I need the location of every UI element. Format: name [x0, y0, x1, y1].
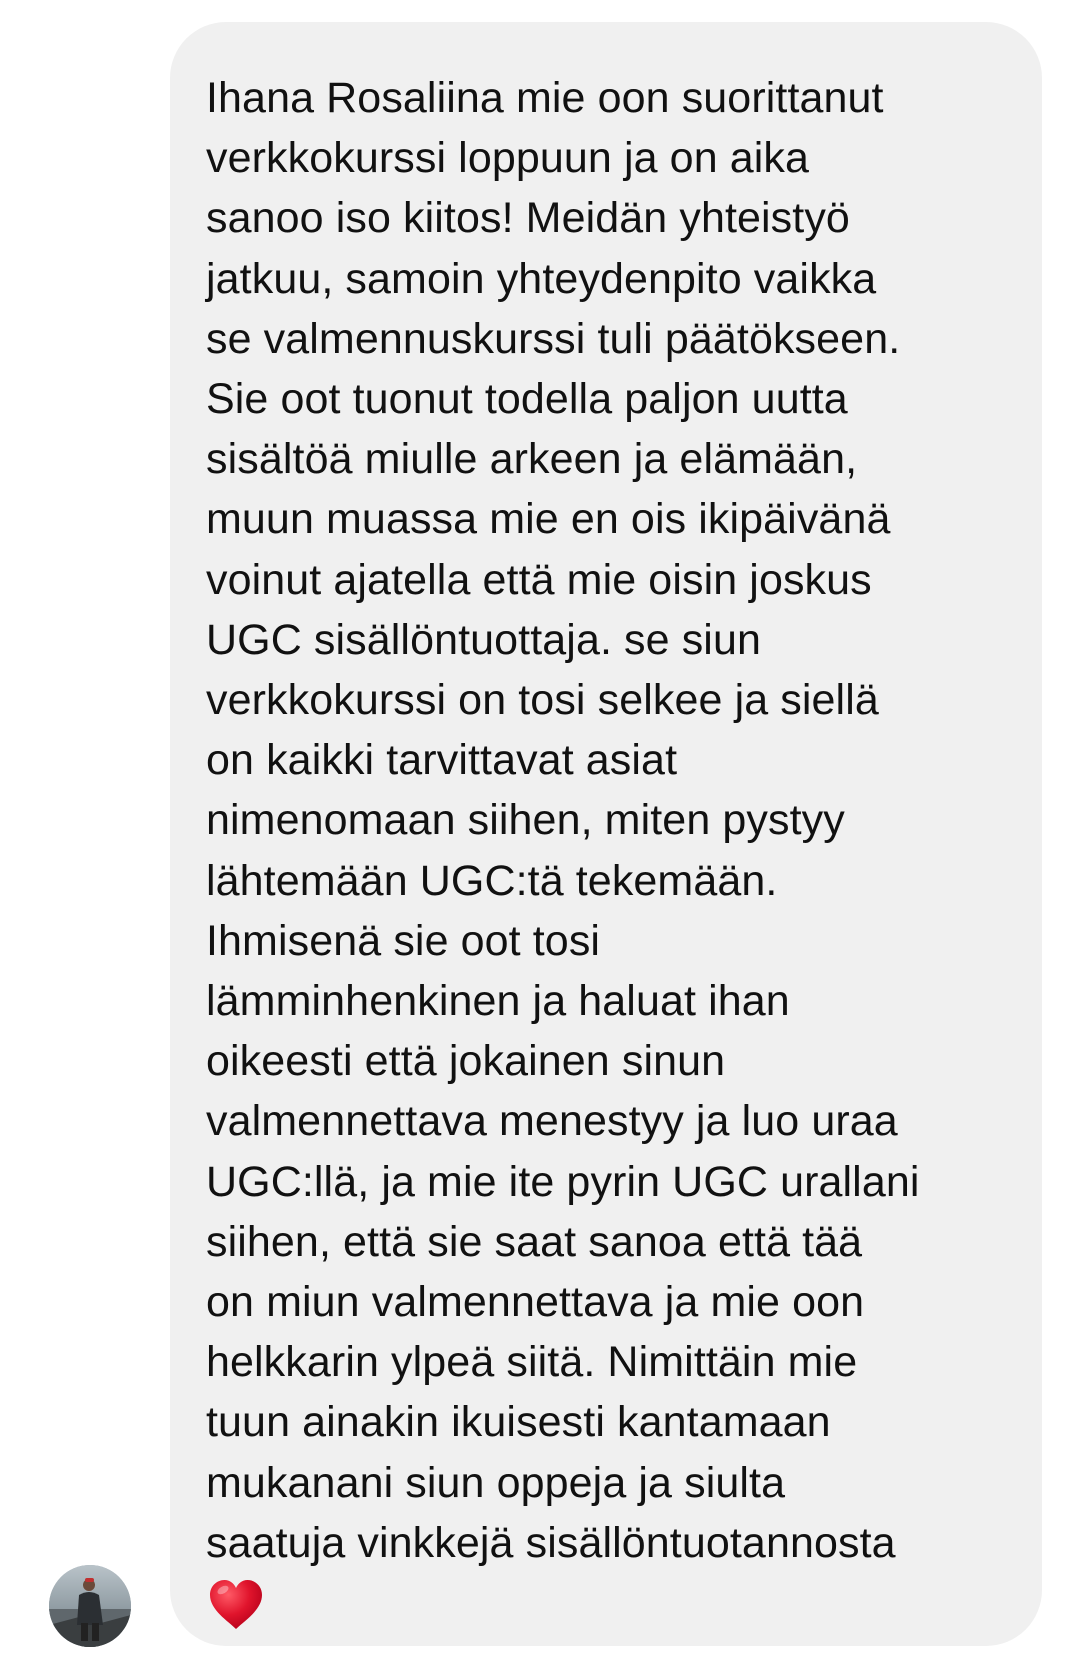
message-text: Ihana Rosaliina mie oon suorittanut verk…: [206, 74, 920, 1567]
red-heart-emoji: [210, 1580, 262, 1630]
avatar-photo: [49, 1565, 131, 1647]
message-bubble[interactable]: Ihana Rosaliina mie oon suorittanut verk…: [170, 22, 1042, 1646]
sender-avatar[interactable]: [49, 1565, 131, 1647]
